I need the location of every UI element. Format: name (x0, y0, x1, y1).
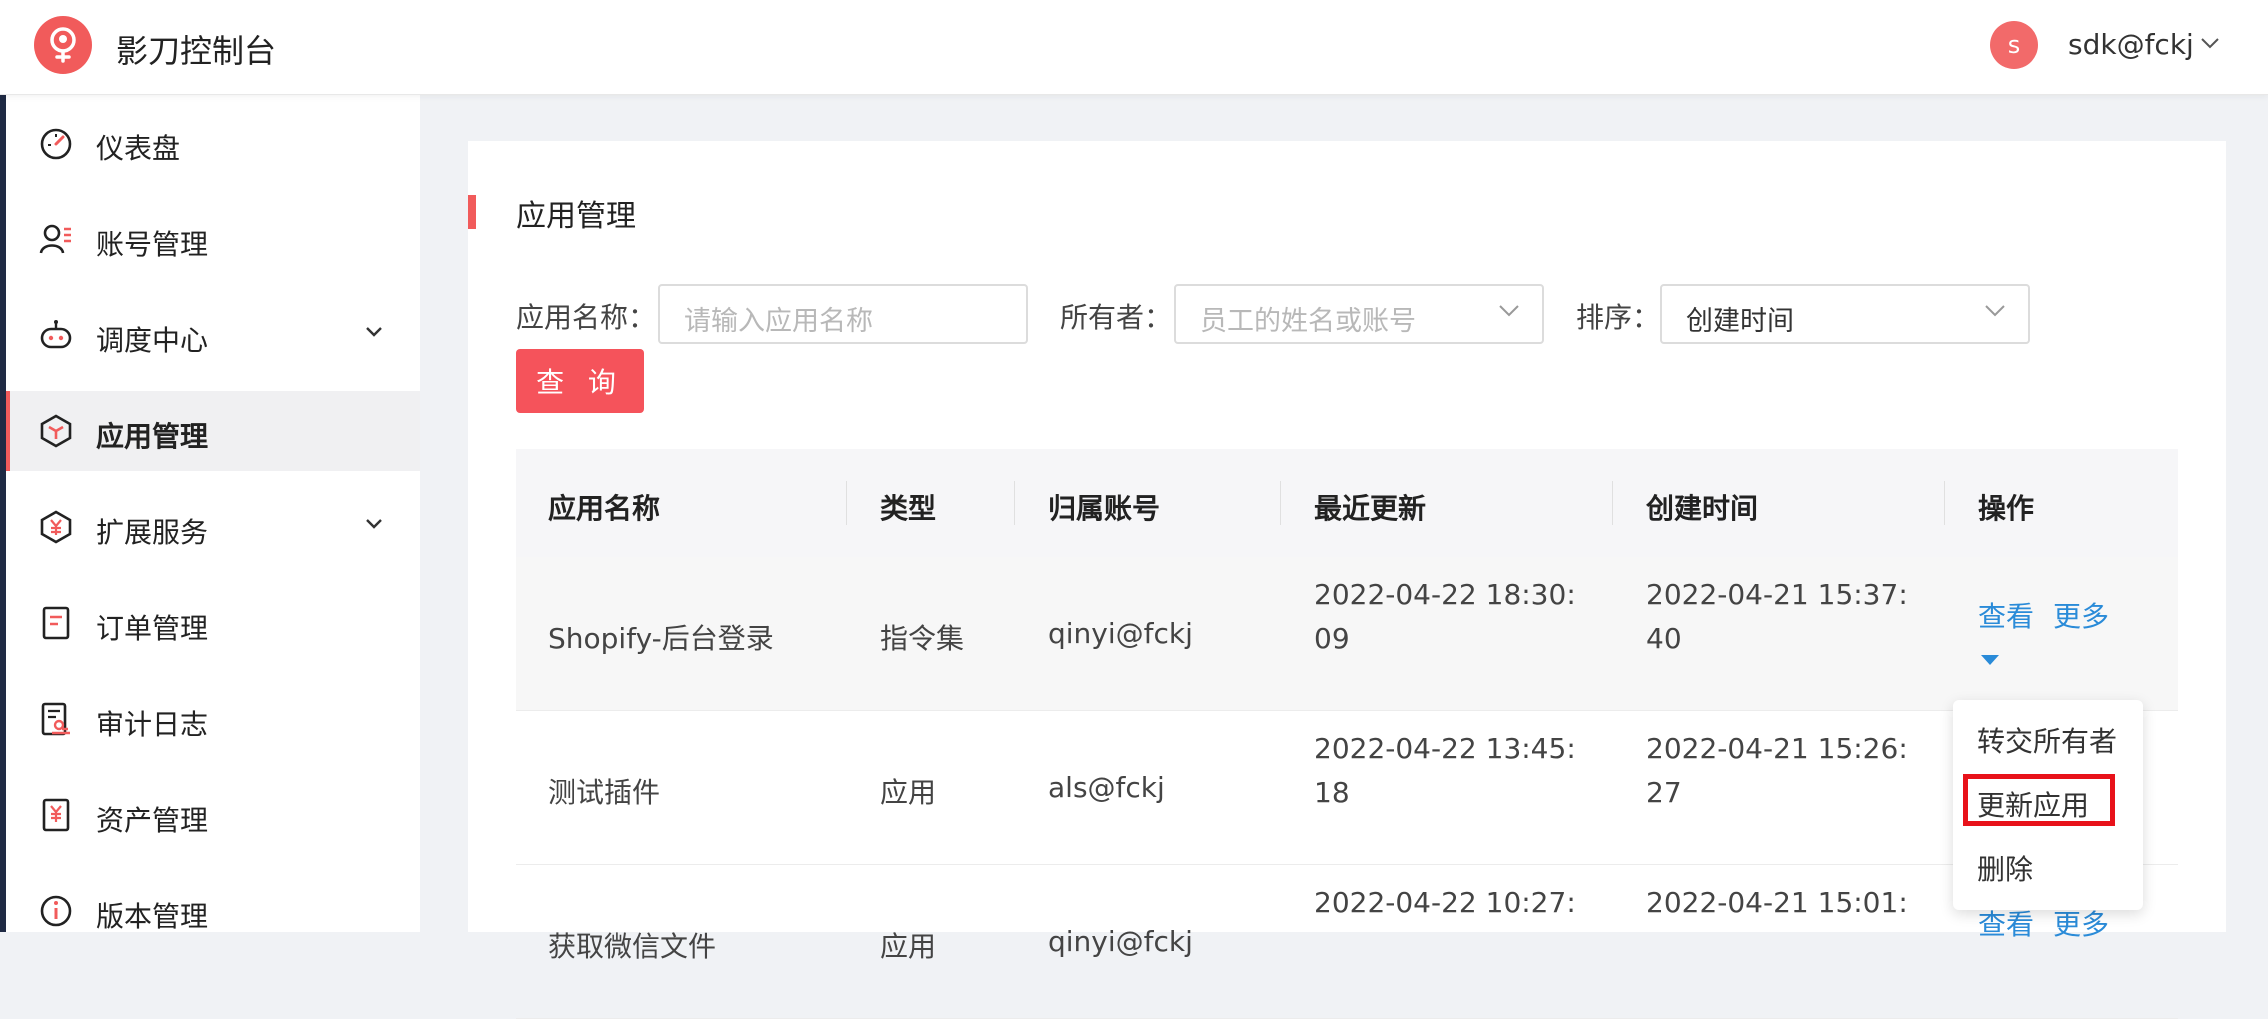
updated-line-1: 2022-04-22 10:27: (1314, 886, 1576, 919)
created-line-2: 40 (1646, 622, 1682, 655)
type-cell: 应用 (880, 930, 937, 963)
created-cell: 2022-04-21 15:37: 40 (1646, 573, 1908, 661)
column-header[interactable]: 最近更新 (1314, 487, 1426, 527)
sidebar-item-scheduler[interactable]: 调度中心 (6, 295, 420, 375)
app-logo-icon (34, 16, 92, 74)
created-line-1: 2022-04-21 15:01: (1646, 886, 1908, 919)
table-row[interactable]: 获取微信文件 应用 qinyi@fckj 2022-04-22 10:27: 2… (516, 865, 2178, 1019)
owner-cell: qinyi@fckj (1048, 925, 1193, 958)
column-header[interactable]: 类型 (880, 487, 936, 527)
sidebar-item-assets[interactable]: 资产管理 (6, 775, 420, 855)
column-divider (1014, 481, 1015, 525)
sidebar-item-label: 调度中心 (96, 324, 209, 357)
asset-icon (42, 798, 70, 832)
updated-cell: 2022-04-22 13:45: 18 (1314, 727, 1576, 815)
robot-icon (40, 320, 72, 349)
column-header[interactable]: 操作 (1978, 487, 2034, 527)
sort-label: 排序： (1576, 301, 1661, 334)
app-title: 影刀控制台 (116, 32, 277, 70)
owner-cell: qinyi@fckj (1048, 617, 1193, 650)
table-row[interactable]: 测试插件 应用 als@fckj 2022-04-22 13:45: 18 20… (516, 711, 2178, 865)
table-row[interactable]: Shopify-后台登录 指令集 qinyi@fckj 2022-04-22 1… (516, 557, 2178, 711)
order-icon (42, 606, 70, 640)
user-menu-name[interactable]: sdk@fckj (2068, 28, 2194, 61)
chevron-down-icon (1985, 305, 2005, 317)
created-cell: 2022-04-21 15:26: 27 (1646, 727, 1908, 815)
column-header[interactable]: 应用名称 (548, 487, 660, 527)
sidebar-item-label: 扩展服务 (96, 516, 209, 549)
column-divider (1944, 481, 1945, 525)
query-button[interactable]: 查 询 (516, 349, 644, 413)
sidebar-item-label: 审计日志 (96, 708, 209, 741)
audit-icon (41, 702, 70, 736)
column-divider (1280, 481, 1281, 525)
owner-placeholder: 员工的姓名或账号 (1200, 306, 1416, 337)
more-link[interactable]: 更多 (2053, 595, 2109, 635)
sort-select[interactable]: 创建时间 (1660, 284, 2030, 344)
app-name-cell: 测试插件 (548, 776, 661, 809)
menu-item-transfer-owner[interactable]: 转交所有者 (1977, 720, 2117, 760)
app-name-cell: 获取微信文件 (548, 930, 717, 963)
chevron-down-icon (366, 519, 382, 529)
sidebar-item-dashboard[interactable]: 仪表盘 (6, 103, 420, 183)
updated-cell: 2022-04-22 10:27: (1314, 881, 1576, 925)
created-line-1: 2022-04-21 15:37: (1646, 578, 1908, 611)
column-header[interactable]: 创建时间 (1646, 487, 1758, 527)
sidebar-item-orders[interactable]: 订单管理 (6, 583, 420, 663)
sidebar-item-audit-log[interactable]: 审计日志 (6, 679, 420, 759)
sidebar-item-accounts[interactable]: 账号管理 (6, 199, 420, 279)
sidebar-item-label: 应用管理 (96, 420, 209, 453)
yuan-shield-icon (40, 510, 72, 544)
updated-line-1: 2022-04-22 13:45: (1314, 732, 1576, 765)
avatar[interactable]: s (1990, 21, 2038, 69)
owner-select[interactable]: 员工的姓名或账号 (1174, 284, 1544, 344)
sort-value: 创建时间 (1686, 306, 1794, 337)
type-cell: 指令集 (880, 622, 965, 655)
sidebar: 仪表盘 账号管理 调度中心 应用管理 扩展服务 订单管理 审计日志 资产管理 版… (6, 95, 420, 932)
updated-line-2: 09 (1314, 622, 1350, 655)
column-header[interactable]: 归属账号 (1048, 487, 1160, 527)
sidebar-item-app-management[interactable]: 应用管理 (6, 391, 420, 471)
view-link[interactable]: 查看 (1978, 595, 2034, 635)
column-divider (1612, 481, 1613, 525)
caret-down-icon[interactable] (1979, 653, 2001, 667)
app-name-label: 应用名称： (516, 301, 657, 334)
updated-line-1: 2022-04-22 18:30: (1314, 578, 1576, 611)
sidebar-item-extensions[interactable]: 扩展服务 (6, 487, 420, 567)
updated-line-2: 18 (1314, 776, 1350, 809)
app-name-input[interactable]: 请输入应用名称 (658, 284, 1028, 344)
app-name-cell: Shopify-后台登录 (548, 622, 774, 655)
cube-icon (40, 414, 72, 448)
menu-item-delete[interactable]: 删除 (1977, 848, 2033, 888)
owner-cell: als@fckj (1048, 771, 1165, 804)
page-title: 应用管理 (516, 199, 636, 234)
menu-item-update-app[interactable]: 更新应用 (1977, 784, 2089, 824)
top-header: 影刀控制台 s sdk@fckj (0, 0, 2268, 95)
sidebar-item-label: 仪表盘 (96, 132, 181, 165)
created-line-2: 27 (1646, 776, 1682, 809)
sidebar-item-label: 账号管理 (96, 228, 209, 261)
sidebar-item-label: 版本管理 (96, 900, 209, 932)
owner-label: 所有者： (1060, 301, 1173, 334)
sidebar-item-versions[interactable]: 版本管理 (6, 871, 420, 932)
column-divider (846, 481, 847, 525)
chevron-down-icon (1499, 305, 1519, 317)
chevron-down-icon (366, 327, 382, 337)
table-header: 应用名称 类型 归属账号 最近更新 创建时间 操作 (516, 449, 2178, 558)
chevron-down-icon[interactable] (2200, 36, 2220, 50)
info-icon (40, 895, 72, 927)
user-list-icon (39, 224, 71, 254)
title-accent-bar (468, 195, 476, 229)
more-actions-dropdown: 转交所有者 更新应用 删除 (1953, 700, 2143, 910)
sidebar-item-label: 订单管理 (96, 612, 209, 645)
updated-cell: 2022-04-22 18:30: 09 (1314, 573, 1576, 661)
app-name-placeholder: 请输入应用名称 (684, 306, 873, 337)
type-cell: 应用 (880, 776, 937, 809)
created-cell: 2022-04-21 15:01: (1646, 881, 1908, 925)
sidebar-item-label: 资产管理 (96, 804, 209, 837)
created-line-1: 2022-04-21 15:26: (1646, 732, 1908, 765)
dashboard-icon (40, 128, 72, 160)
